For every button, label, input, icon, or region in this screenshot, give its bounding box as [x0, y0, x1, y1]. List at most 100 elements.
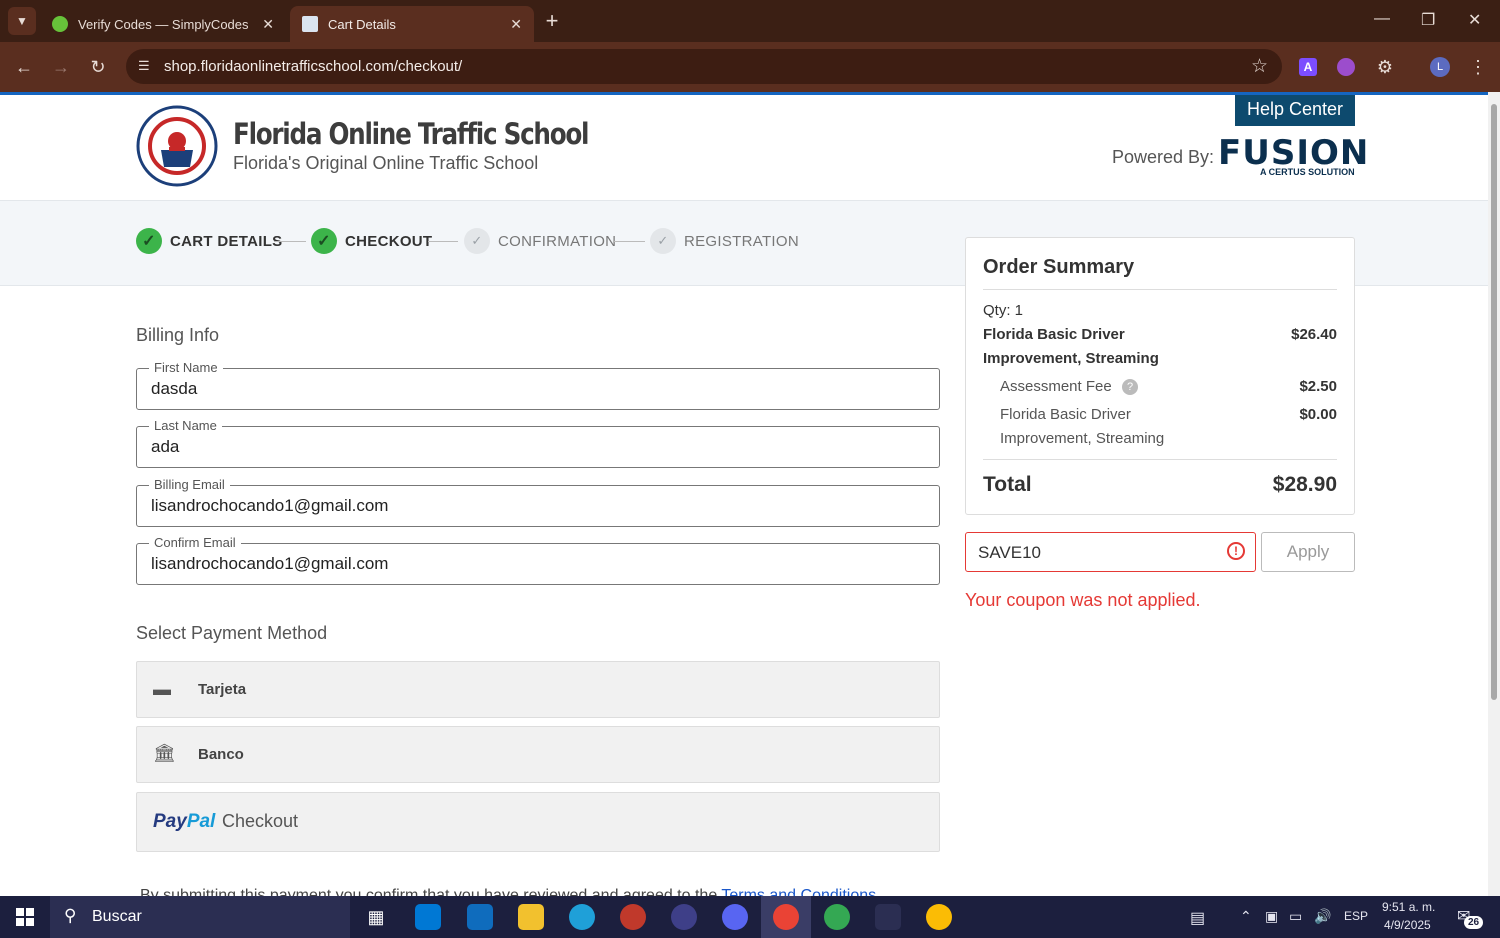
forward-icon[interactable]: → [47, 53, 75, 81]
search-placeholder: Buscar [92, 908, 142, 925]
app-red-icon[interactable] [620, 904, 646, 930]
field-value[interactable]: dasda [151, 379, 197, 399]
field-label: Last Name [149, 418, 222, 433]
edge-icon[interactable] [569, 904, 595, 930]
field-value[interactable]: ada [151, 437, 179, 457]
assessment-fee-label: Assessment Fee [1000, 378, 1112, 395]
payment-method-title: Select Payment Method [136, 623, 328, 643]
close-tab-icon[interactable]: ✕ [510, 16, 522, 33]
paypal-checkout-option[interactable]: PayPal Checkout [136, 792, 940, 852]
checkmark-icon: ✓ [464, 228, 490, 254]
tray-chevron-icon[interactable]: ⌃ [1240, 908, 1252, 925]
paypal-pal-text: Pal [186, 811, 216, 832]
file-explorer-icon[interactable] [518, 904, 544, 930]
taskbar-search-box[interactable]: ⚲ Buscar [50, 896, 350, 938]
profile-avatar[interactable]: L [1430, 57, 1450, 77]
order-summary-title: Order Summary [983, 256, 1135, 278]
coupon-value[interactable]: SAVE10 [978, 543, 1041, 563]
last-name-field[interactable]: Last Name ada [136, 418, 940, 468]
minimize-icon[interactable]: — [1374, 10, 1390, 28]
widgets-icon[interactable]: ▤ [1190, 908, 1205, 928]
restore-icon[interactable]: ❐ [1421, 10, 1435, 30]
help-question-icon[interactable]: ? [1122, 379, 1138, 395]
chrome-s-icon[interactable] [926, 904, 952, 930]
coupon-error-message: Your coupon was not applied. [965, 590, 1201, 610]
step-confirmation: ✓ CONFIRMATION [464, 228, 616, 254]
american-safety-council-logo [136, 105, 218, 187]
item-name-line1: Florida Basic Driver [983, 326, 1125, 343]
paypal-pay-text: Pay [153, 811, 187, 832]
confirm-email-field[interactable]: Confirm Email lisandrochocando1@gmail.co… [136, 535, 940, 585]
close-window-icon[interactable]: ✕ [1468, 10, 1481, 30]
powered-by-label: Powered By: [1112, 147, 1215, 167]
discord-icon[interactable] [722, 904, 748, 930]
extension-a-icon[interactable]: A [1299, 58, 1317, 76]
step-label: CART DETAILS [170, 232, 283, 250]
address-bar[interactable]: ☰ shop.floridaonlinetrafficschool.com/ch… [126, 49, 1282, 84]
task-view-icon[interactable]: ▦ [363, 904, 389, 930]
field-value[interactable]: lisandrochocando1@gmail.com [151, 496, 388, 516]
new-tab-button[interactable]: + [538, 7, 566, 35]
page-scrollbar[interactable] [1488, 92, 1500, 896]
clock-time[interactable]: 9:51 a. m. [1382, 900, 1435, 914]
payment-card-option[interactable]: ▬ Tarjeta [136, 661, 940, 718]
help-center-button[interactable]: Help Center [1235, 95, 1355, 126]
wordpress-icon[interactable] [671, 904, 697, 930]
step-label: CHECKOUT [345, 232, 433, 250]
windows-taskbar: ⚲ Buscar ▦ ▤ ⌃ ▣ ▭ 🔊 ESP 9:51 a. m. 4/9/… [0, 896, 1500, 938]
extension-purple-icon[interactable] [1337, 58, 1355, 76]
extensions-puzzle-icon[interactable]: ⚙ [1371, 53, 1399, 81]
page-content: Florida Online Traffic School Florida's … [0, 92, 1488, 896]
search-icon: ⚲ [64, 906, 77, 925]
chrome-icon[interactable] [773, 904, 799, 930]
simplycodes-favicon-icon [52, 16, 68, 32]
windows-start-icon[interactable] [16, 908, 34, 926]
close-tab-icon[interactable]: ✕ [262, 16, 274, 33]
terms-link[interactable]: Terms and Conditions [721, 887, 876, 896]
volume-icon[interactable]: 🔊 [1314, 908, 1331, 925]
tab-simplycodes[interactable]: Verify Codes — SimplyCodes ✕ [40, 6, 286, 42]
payment-bank-option[interactable]: 🏛 Banco [136, 726, 940, 783]
assessment-fee-price: $2.50 [1299, 378, 1337, 395]
step-connector [428, 241, 458, 242]
notification-count-badge: 26 [1464, 916, 1484, 929]
store-icon[interactable] [415, 904, 441, 930]
paypal-checkout-label: Checkout [222, 811, 299, 831]
scrollbar-thumb[interactable] [1491, 104, 1497, 700]
sub-item-price: $0.00 [1299, 406, 1337, 423]
chrome-profile-icon[interactable] [824, 904, 850, 930]
outlook-icon[interactable] [467, 904, 493, 930]
step-label: CONFIRMATION [498, 232, 617, 250]
quantity-text: Qty: 1 [983, 302, 1024, 319]
step-registration: ✓ REGISTRATION [650, 228, 799, 254]
back-icon[interactable]: ← [10, 53, 38, 81]
step-label: REGISTRATION [684, 232, 799, 250]
network-icon[interactable]: ▭ [1289, 908, 1302, 925]
site-info-icon[interactable]: ☰ [138, 58, 150, 74]
apply-coupon-button[interactable]: Apply [1261, 532, 1355, 572]
step-cart-details: ✓ CART DETAILS [136, 228, 282, 254]
reload-icon[interactable]: ↻ [84, 53, 112, 81]
checkmark-icon: ✓ [311, 228, 337, 254]
clock-date[interactable]: 4/9/2025 [1384, 918, 1431, 932]
billing-email-field[interactable]: Billing Email lisandrochocando1@gmail.co… [136, 477, 940, 527]
paypal-logo: PayPal [153, 811, 215, 833]
url-text[interactable]: shop.floridaonlinetrafficschool.com/chec… [164, 58, 462, 75]
sub-item-line2: Improvement, Streaming [1000, 430, 1165, 447]
menu-kebab-icon[interactable]: ⋮ [1464, 53, 1492, 81]
first-name-field[interactable]: First Name dasda [136, 360, 940, 410]
tab-cart-details[interactable]: Cart Details ✕ [290, 6, 534, 42]
billing-info-title: Billing Info [136, 325, 220, 345]
app-dark-icon[interactable] [875, 904, 901, 930]
school-name: Florida Online Traffic School [233, 117, 589, 151]
tray-device-icon[interactable]: ▣ [1265, 908, 1278, 925]
field-value[interactable]: lisandrochocando1@gmail.com [151, 554, 388, 574]
language-indicator[interactable]: ESP [1344, 909, 1368, 923]
divider [983, 459, 1337, 460]
terms-notice: By submitting this payment you confirm t… [140, 887, 876, 896]
bookmark-star-icon[interactable]: ☆ [1251, 55, 1268, 78]
page-favicon-icon [302, 16, 318, 32]
tab-search-chevron-icon[interactable]: ▼ [8, 7, 36, 35]
coupon-input[interactable]: SAVE10 ! [965, 532, 1256, 572]
divider [983, 289, 1337, 290]
